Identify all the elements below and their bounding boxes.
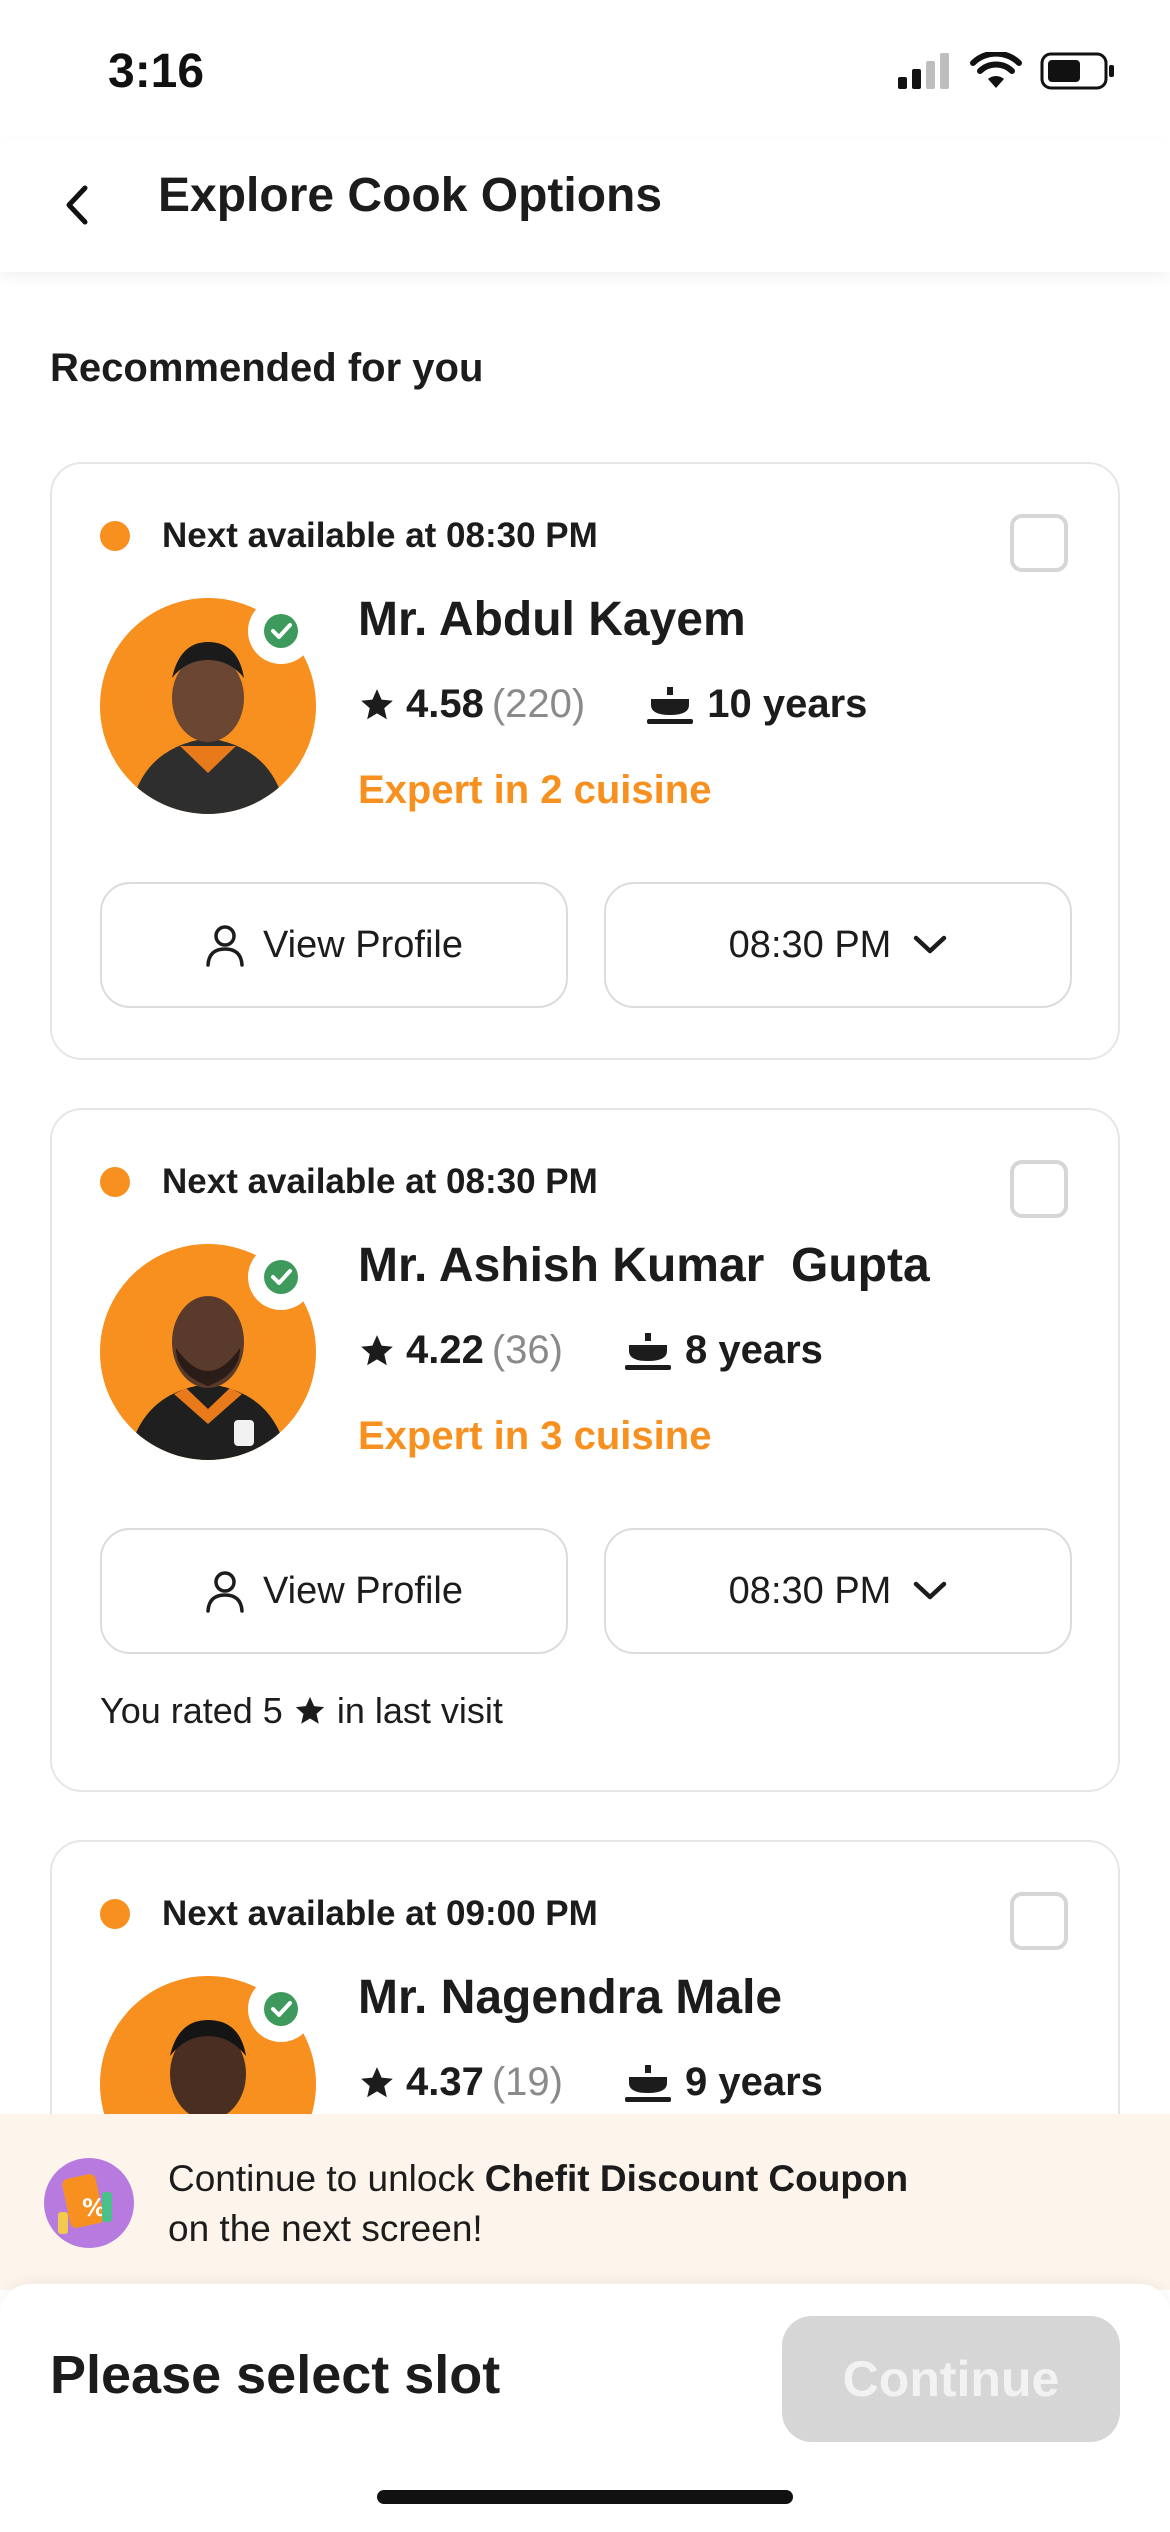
availability-dot bbox=[100, 1167, 130, 1197]
chevron-down-icon bbox=[914, 1581, 947, 1600]
coupon-highlight: Chefit Discount Coupon bbox=[484, 2158, 909, 2199]
cook-name: Mr. Ashish Kumar Gupta bbox=[358, 1239, 930, 1292]
signal-icon bbox=[898, 53, 949, 89]
page-title: Explore Cook Options bbox=[158, 169, 663, 222]
star-icon bbox=[295, 1696, 325, 1724]
coupon-suffix: on the next screen! bbox=[168, 2208, 483, 2249]
cook-stats: 4.37 (19) 9 years bbox=[358, 2060, 823, 2105]
cook-name: Mr. Abdul Kayem bbox=[358, 593, 746, 646]
cook-card: Next available at 08:30 PM Mr. Ashish Ku… bbox=[50, 1108, 1120, 1792]
wifi-icon bbox=[970, 52, 1022, 88]
cook-name: Mr. Nagendra Male bbox=[358, 1971, 783, 2024]
availability-row: Next available at 09:00 PM bbox=[100, 1894, 598, 1934]
chevron-left-icon bbox=[66, 185, 88, 225]
verified-badge-icon bbox=[248, 1244, 314, 1310]
section-title: Recommended for you bbox=[50, 346, 484, 390]
rated-note-suffix: in last visit bbox=[336, 1690, 503, 1731]
verified-badge-icon bbox=[248, 1976, 314, 2042]
expertise-text: Expert in 3 cuisine bbox=[358, 1414, 712, 1458]
coupon-prefix: Continue to unlock bbox=[168, 2158, 485, 2199]
availability-row: Next available at 08:30 PM bbox=[100, 1162, 598, 1202]
experience: 10 years bbox=[707, 682, 868, 726]
cook-stats: 4.22 (36) 8 years bbox=[358, 1328, 823, 1373]
cooking-pot-icon bbox=[625, 1332, 671, 1370]
verified-badge-icon bbox=[248, 598, 314, 664]
status-bar: 3:16 bbox=[0, 0, 1170, 140]
slot-dropdown[interactable]: 08:30 PM bbox=[604, 1528, 1072, 1654]
rated-note-prefix: You rated 5 bbox=[100, 1690, 283, 1731]
coupon-banner: % Continue to unlock Chefit Discount Cou… bbox=[0, 2114, 1170, 2290]
availability-row: Next available at 08:30 PM bbox=[100, 516, 598, 556]
status-icons bbox=[898, 52, 1116, 90]
star-icon bbox=[361, 1334, 393, 1365]
chevron-down-icon bbox=[914, 935, 947, 954]
home-indicator bbox=[377, 2490, 793, 2504]
status-time: 3:16 bbox=[108, 45, 205, 98]
select-cook-checkbox[interactable] bbox=[1010, 1160, 1068, 1218]
rating-count: (220) bbox=[491, 682, 586, 726]
select-cook-checkbox[interactable] bbox=[1010, 514, 1068, 572]
cook-stats: 4.58 (220) 10 years bbox=[358, 682, 867, 727]
availability-text: Next available at 08:30 PM bbox=[162, 516, 598, 555]
star-icon bbox=[361, 688, 393, 719]
view-profile-button[interactable]: View Profile bbox=[100, 882, 568, 1008]
experience: 9 years bbox=[685, 2060, 823, 2104]
availability-text: Next available at 09:00 PM bbox=[162, 1894, 598, 1933]
star-icon bbox=[361, 2066, 393, 2097]
cooking-pot-icon bbox=[647, 686, 694, 724]
view-profile-button[interactable]: View Profile bbox=[100, 1528, 568, 1654]
view-profile-label: View Profile bbox=[263, 1569, 463, 1612]
availability-text: Next available at 08:30 PM bbox=[162, 1162, 598, 1201]
discount-coupon-icon: % bbox=[44, 2158, 134, 2248]
app-header: Explore Cook Options bbox=[0, 140, 1170, 272]
rating-value: 4.22 bbox=[406, 1328, 484, 1372]
select-cook-checkbox[interactable] bbox=[1010, 1892, 1068, 1950]
continue-button[interactable]: Continue bbox=[782, 2316, 1120, 2442]
rating-count: (19) bbox=[491, 2060, 563, 2104]
expertise-text: Expert in 2 cuisine bbox=[358, 768, 712, 812]
cook-card: Next available at 08:30 PM Mr. Abdul Kay… bbox=[50, 462, 1120, 1060]
rating-value: 4.58 bbox=[406, 682, 484, 726]
slot-dropdown[interactable]: 08:30 PM bbox=[604, 882, 1072, 1008]
battery-icon bbox=[1040, 52, 1114, 90]
view-profile-label: View Profile bbox=[263, 923, 463, 966]
cooking-pot-icon bbox=[625, 2064, 671, 2102]
experience: 8 years bbox=[685, 1328, 823, 1372]
slot-value: 08:30 PM bbox=[728, 1569, 892, 1612]
availability-dot bbox=[100, 521, 130, 551]
availability-dot bbox=[100, 1899, 130, 1929]
slot-value: 08:30 PM bbox=[728, 923, 892, 966]
back-button[interactable] bbox=[46, 170, 106, 240]
rated-note: You rated 5 in last visit bbox=[100, 1690, 503, 1732]
rating-value: 4.37 bbox=[406, 2060, 484, 2104]
coupon-text: Continue to unlock Chefit Discount Coupo… bbox=[168, 2154, 908, 2254]
rating-count: (36) bbox=[491, 1328, 563, 1372]
user-icon bbox=[206, 1571, 244, 1613]
select-slot-label: Please select slot bbox=[50, 2345, 501, 2405]
user-icon bbox=[206, 925, 244, 967]
